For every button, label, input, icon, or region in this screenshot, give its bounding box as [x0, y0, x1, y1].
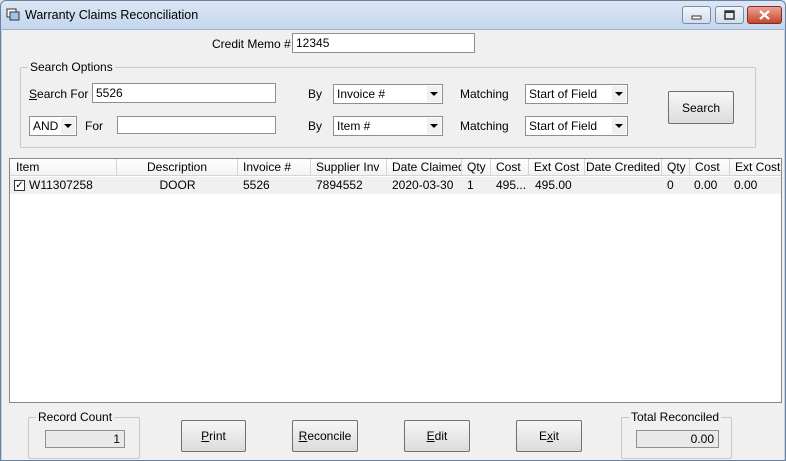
- credit-memo-input[interactable]: 12345: [292, 33, 475, 53]
- cell-invoice: 5526: [243, 178, 270, 192]
- matching-label-1: Matching: [460, 87, 509, 101]
- record-count-value: 1: [45, 430, 125, 448]
- matching-select-1[interactable]: Start of Field: [525, 84, 628, 104]
- search-for-label: Search For: [29, 87, 89, 101]
- for-label: For: [85, 119, 103, 133]
- cell-supplier-inv: 7894552: [316, 178, 363, 192]
- record-count-label: Record Count: [36, 410, 115, 424]
- close-button[interactable]: [747, 6, 782, 24]
- cell-cost-2: 0.00: [694, 178, 718, 192]
- cell-qty: 1: [467, 178, 474, 192]
- search-options-title: Search Options: [28, 60, 115, 74]
- minimize-button[interactable]: [682, 6, 711, 24]
- claims-grid[interactable]: Item Description Invoice # Supplier Inv …: [9, 158, 782, 403]
- by-select-2[interactable]: Item #: [333, 116, 443, 136]
- col-header-ext-cost[interactable]: Ext Cost: [529, 159, 585, 176]
- chevron-down-icon[interactable]: [426, 86, 441, 102]
- edit-button[interactable]: Edit: [404, 420, 470, 452]
- title-bar[interactable]: Warranty Claims Reconciliation: [1, 1, 785, 29]
- cell-date-claimed: 2020-03-30: [392, 178, 454, 192]
- chevron-down-icon[interactable]: [611, 86, 626, 102]
- cell-cost: 495...: [496, 178, 527, 192]
- table-row[interactable]: ✓ W11307258 DOOR 5526 7894552 2020-03-30…: [10, 177, 781, 194]
- by-label-1: By: [308, 87, 323, 101]
- maximize-button[interactable]: [715, 6, 744, 24]
- col-header-ext-cost-2[interactable]: Ext Cost: [730, 159, 781, 176]
- grid-header: Item Description Invoice # Supplier Inv …: [10, 159, 781, 176]
- col-header-qty[interactable]: Qty: [462, 159, 491, 176]
- col-header-supplier-inv[interactable]: Supplier Inv: [311, 159, 387, 176]
- by-select-2-value: Item #: [337, 119, 371, 133]
- search-for-input[interactable]: 5526: [92, 83, 276, 103]
- cell-description: DOOR: [159, 178, 196, 192]
- for-input[interactable]: [117, 116, 276, 134]
- col-header-invoice[interactable]: Invoice #: [238, 159, 311, 176]
- cell-date-credited: [590, 177, 662, 194]
- col-header-date-credited[interactable]: Date Credited: [585, 159, 662, 176]
- matching-select-2-value: Start of Field: [529, 119, 598, 133]
- matching-label-2: Matching: [460, 119, 509, 133]
- by-select-1-value: Invoice #: [337, 87, 386, 101]
- conjunction-select[interactable]: AND: [29, 116, 77, 136]
- chevron-down-icon[interactable]: [60, 118, 75, 134]
- close-icon: [759, 10, 770, 20]
- cell-ext-cost: 495.00: [535, 178, 572, 192]
- cell-ext-cost-2: 0.00: [734, 178, 758, 192]
- by-label-2: By: [308, 119, 323, 133]
- window-title: Warranty Claims Reconciliation: [25, 8, 199, 22]
- app-icon: [6, 8, 20, 21]
- cell-item: W11307258: [29, 178, 93, 192]
- maximize-icon: [724, 10, 735, 20]
- credit-memo-label: Credit Memo #: [212, 37, 291, 51]
- search-button[interactable]: Search: [668, 91, 734, 124]
- chevron-down-icon[interactable]: [611, 118, 626, 134]
- total-reconciled-value: 0.00: [636, 430, 719, 448]
- print-button[interactable]: Print: [181, 420, 246, 452]
- cell-qty-2: 0: [667, 178, 674, 192]
- minimize-icon: [691, 15, 702, 20]
- conjunction-value: AND: [33, 119, 59, 133]
- col-header-qty-2[interactable]: Qty: [662, 159, 690, 176]
- exit-button[interactable]: Ex it: [516, 420, 582, 452]
- col-header-description[interactable]: Description: [117, 159, 238, 176]
- matching-select-1-value: Start of Field: [529, 87, 598, 101]
- total-reconciled-label: Total Reconciled: [629, 410, 722, 424]
- client-area: Credit Memo # 12345 Search Options Searc…: [2, 29, 784, 460]
- col-header-item[interactable]: Item: [10, 159, 117, 176]
- chevron-down-icon[interactable]: [426, 118, 441, 134]
- reconcile-button[interactable]: Reconcile: [292, 420, 358, 452]
- col-header-date-claimed[interactable]: Date Claimed: [387, 159, 462, 176]
- matching-select-2[interactable]: Start of Field: [525, 116, 628, 136]
- row-checkbox[interactable]: ✓: [14, 180, 25, 191]
- by-select-1[interactable]: Invoice #: [333, 84, 443, 104]
- col-header-cost-2[interactable]: Cost: [690, 159, 730, 176]
- app-window: Warranty Claims Reconciliation Credit Me…: [0, 0, 786, 461]
- col-header-cost[interactable]: Cost: [491, 159, 529, 176]
